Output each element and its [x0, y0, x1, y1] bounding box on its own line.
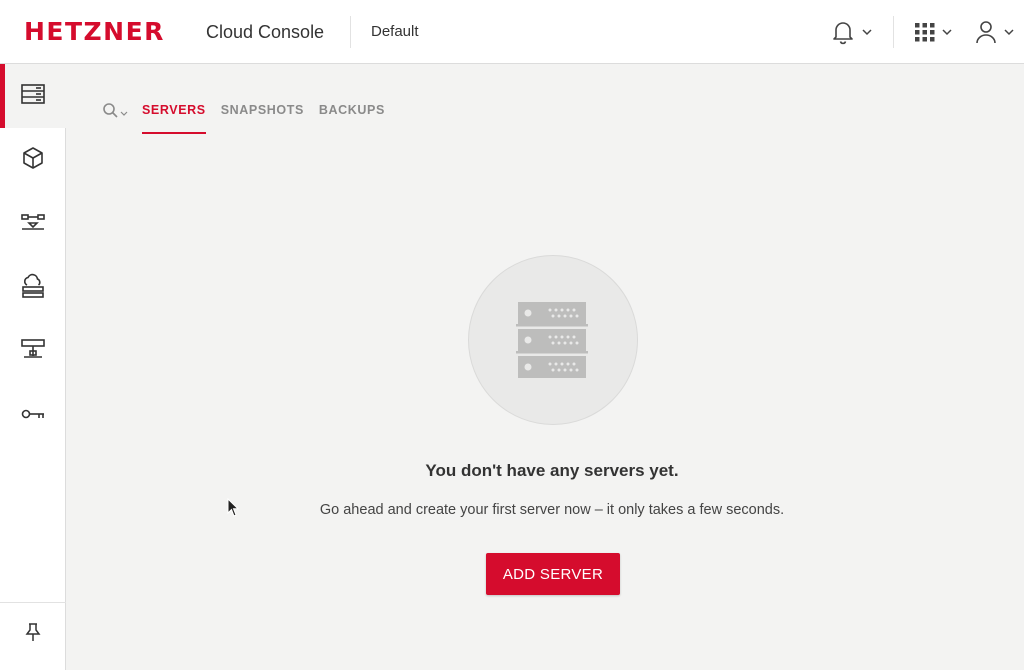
search-icon — [102, 102, 118, 123]
sidebar-item-volumes[interactable] — [0, 128, 66, 192]
servers-icon — [20, 83, 46, 110]
add-server-button[interactable]: ADD SERVER — [486, 553, 620, 595]
network-icon — [20, 338, 46, 367]
account-button[interactable] — [974, 18, 1014, 46]
app-name: Cloud Console — [206, 22, 325, 42]
mouse-cursor-icon — [227, 497, 241, 523]
tab-servers[interactable]: SERVERS — [142, 98, 206, 134]
hetzner-logo[interactable]: HETZNER — [24, 19, 165, 45]
notifications-button[interactable] — [830, 18, 872, 46]
sidebar-item-load-balancers[interactable] — [0, 192, 66, 256]
sidebar-item-networks[interactable] — [0, 320, 66, 384]
user-icon — [974, 19, 998, 45]
project-selector[interactable]: Default — [371, 22, 419, 42]
chevron-down-icon — [862, 28, 872, 36]
sidebar — [0, 64, 66, 670]
chevron-down-icon — [120, 104, 128, 122]
empty-state-description: Go ahead and create your first server no… — [319, 502, 785, 518]
search-button[interactable] — [102, 102, 128, 123]
servers-tabs: SERVERS SNAPSHOTS BACKUPS — [102, 98, 400, 134]
top-header: HETZNER Cloud Console Default — [0, 0, 1024, 64]
cube-icon — [21, 146, 45, 175]
sidebar-item-floating-ips[interactable] — [0, 256, 66, 320]
bell-icon — [830, 19, 856, 45]
tab-snapshots[interactable]: SNAPSHOTS — [221, 98, 304, 134]
cloud-network-icon — [20, 273, 46, 304]
tab-backups[interactable]: BACKUPS — [319, 98, 385, 134]
apps-grid-icon — [914, 21, 936, 43]
header-divider — [350, 16, 351, 48]
sidebar-pin-button[interactable] — [0, 602, 66, 666]
load-balancer-icon — [20, 211, 46, 238]
sidebar-item-servers[interactable] — [0, 64, 66, 128]
pin-icon — [24, 622, 42, 647]
chevron-down-icon — [942, 28, 952, 36]
header-divider — [893, 16, 894, 48]
apps-button[interactable] — [914, 18, 952, 46]
empty-state-illustration — [468, 255, 638, 425]
key-icon — [20, 406, 46, 427]
sidebar-item-security[interactable] — [0, 384, 66, 448]
chevron-down-icon — [1004, 28, 1014, 36]
empty-state-title: You don't have any servers yet. — [425, 461, 679, 480]
